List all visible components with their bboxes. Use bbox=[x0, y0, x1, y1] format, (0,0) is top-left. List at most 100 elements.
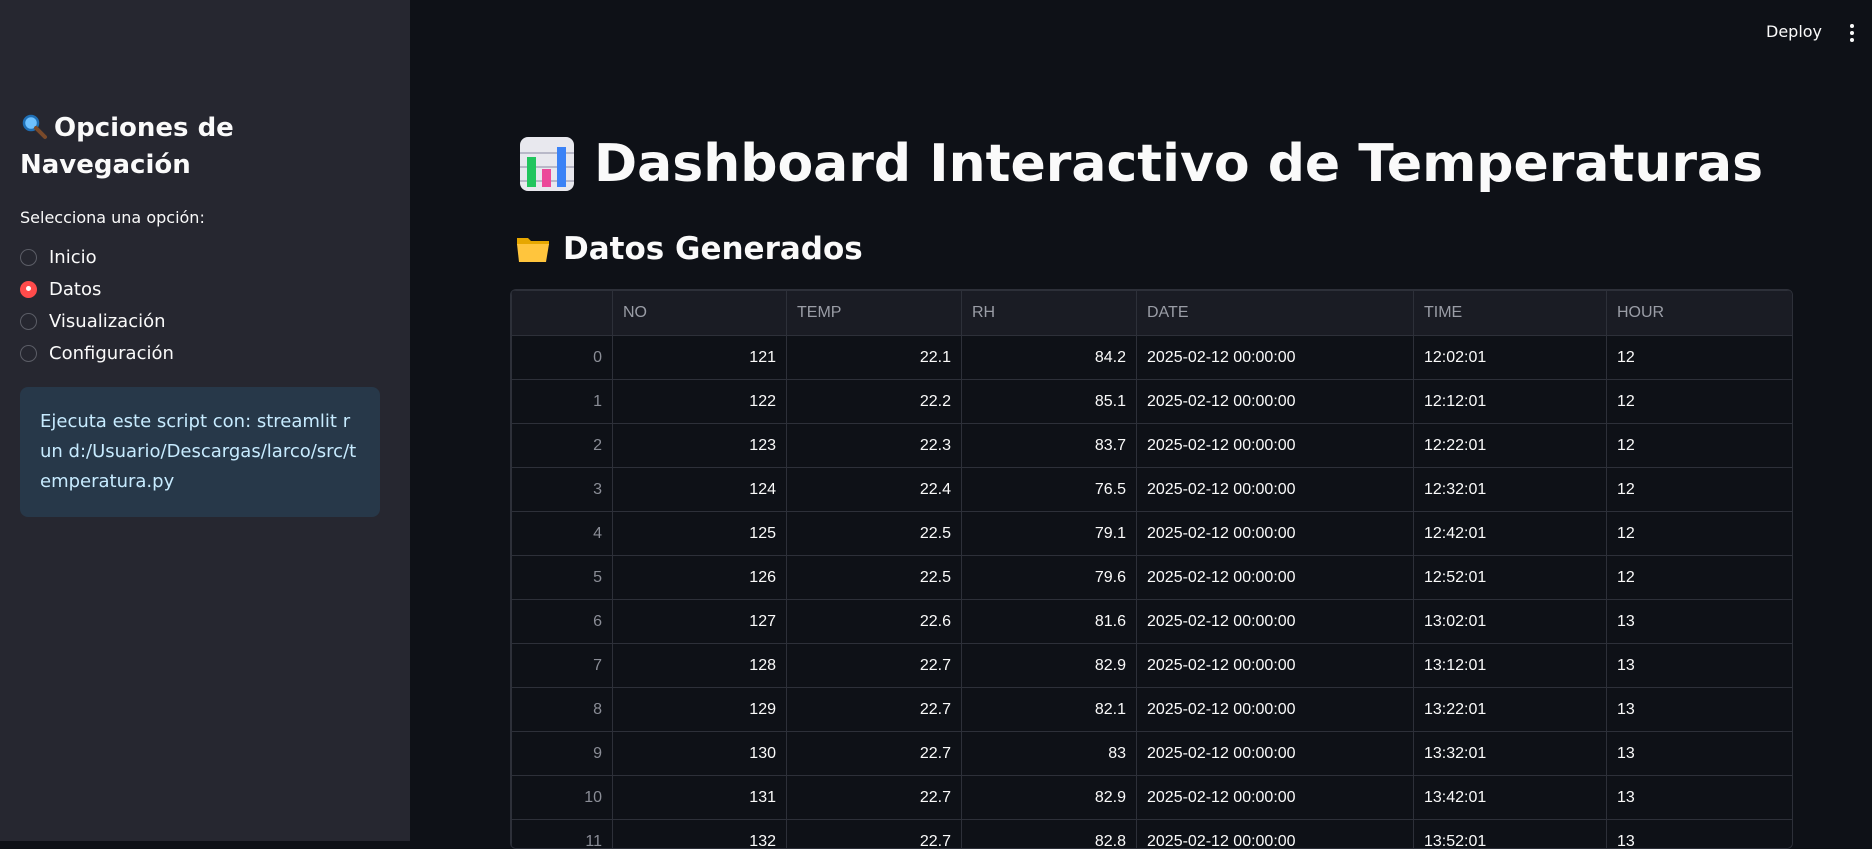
date-cell[interactable]: 2025-02-12 00:00:00 bbox=[1137, 556, 1414, 600]
column-header-date[interactable]: DATE bbox=[1137, 291, 1414, 336]
row-index-cell[interactable]: 8 bbox=[512, 688, 613, 732]
data-table[interactable]: NO TEMP RH DATE TIME HOUR 012122.184.220… bbox=[510, 289, 1793, 849]
date-cell[interactable]: 2025-02-12 00:00:00 bbox=[1137, 600, 1414, 644]
temp-cell[interactable]: 22.3 bbox=[787, 424, 962, 468]
temp-cell[interactable]: 22.5 bbox=[787, 512, 962, 556]
hour-cell[interactable]: 13 bbox=[1607, 600, 1793, 644]
more-vertical-icon[interactable] bbox=[1848, 22, 1856, 44]
rh-cell[interactable]: 82.9 bbox=[962, 776, 1137, 820]
no-cell[interactable]: 126 bbox=[613, 556, 787, 600]
row-index-cell[interactable]: 1 bbox=[512, 380, 613, 424]
column-header-index[interactable] bbox=[512, 291, 613, 336]
temp-cell[interactable]: 22.7 bbox=[787, 776, 962, 820]
date-cell[interactable]: 2025-02-12 00:00:00 bbox=[1137, 688, 1414, 732]
rh-cell[interactable]: 82.1 bbox=[962, 688, 1137, 732]
no-cell[interactable]: 131 bbox=[613, 776, 787, 820]
column-header-temp[interactable]: TEMP bbox=[787, 291, 962, 336]
row-index-cell[interactable]: 6 bbox=[512, 600, 613, 644]
temp-cell[interactable]: 22.7 bbox=[787, 644, 962, 688]
row-index-cell[interactable]: 11 bbox=[512, 820, 613, 849]
table-row[interactable]: 612722.681.62025-02-12 00:00:0013:02:011… bbox=[512, 600, 1793, 644]
column-header-rh[interactable]: RH bbox=[962, 291, 1137, 336]
column-header-hour[interactable]: HOUR bbox=[1607, 291, 1793, 336]
date-cell[interactable]: 2025-02-12 00:00:00 bbox=[1137, 732, 1414, 776]
rh-cell[interactable]: 83 bbox=[962, 732, 1137, 776]
time-cell[interactable]: 12:12:01 bbox=[1414, 380, 1607, 424]
deploy-button[interactable]: Deploy bbox=[1766, 22, 1822, 41]
hour-cell[interactable]: 13 bbox=[1607, 644, 1793, 688]
rh-cell[interactable]: 82.9 bbox=[962, 644, 1137, 688]
table-row[interactable]: 1013122.782.92025-02-12 00:00:0013:42:01… bbox=[512, 776, 1793, 820]
hour-cell[interactable]: 13 bbox=[1607, 820, 1793, 849]
date-cell[interactable]: 2025-02-12 00:00:00 bbox=[1137, 380, 1414, 424]
no-cell[interactable]: 121 bbox=[613, 336, 787, 380]
no-cell[interactable]: 122 bbox=[613, 380, 787, 424]
hour-cell[interactable]: 13 bbox=[1607, 776, 1793, 820]
date-cell[interactable]: 2025-02-12 00:00:00 bbox=[1137, 468, 1414, 512]
table-row[interactable]: 712822.782.92025-02-12 00:00:0013:12:011… bbox=[512, 644, 1793, 688]
date-cell[interactable]: 2025-02-12 00:00:00 bbox=[1137, 776, 1414, 820]
radio-circle-selected[interactable] bbox=[20, 281, 37, 298]
time-cell[interactable]: 12:32:01 bbox=[1414, 468, 1607, 512]
temp-cell[interactable]: 22.1 bbox=[787, 336, 962, 380]
hour-cell[interactable]: 12 bbox=[1607, 380, 1793, 424]
time-cell[interactable]: 12:22:01 bbox=[1414, 424, 1607, 468]
date-cell[interactable]: 2025-02-12 00:00:00 bbox=[1137, 644, 1414, 688]
hour-cell[interactable]: 12 bbox=[1607, 512, 1793, 556]
radio-option-configuracion[interactable]: Configuración bbox=[20, 337, 174, 369]
time-cell[interactable]: 13:02:01 bbox=[1414, 600, 1607, 644]
radio-circle[interactable] bbox=[20, 249, 37, 266]
rh-cell[interactable]: 83.7 bbox=[962, 424, 1137, 468]
table-row[interactable]: 913022.7832025-02-12 00:00:0013:32:0113 bbox=[512, 732, 1793, 776]
row-index-cell[interactable]: 2 bbox=[512, 424, 613, 468]
rh-cell[interactable]: 82.8 bbox=[962, 820, 1137, 849]
temp-cell[interactable]: 22.2 bbox=[787, 380, 962, 424]
no-cell[interactable]: 123 bbox=[613, 424, 787, 468]
no-cell[interactable]: 128 bbox=[613, 644, 787, 688]
row-index-cell[interactable]: 0 bbox=[512, 336, 613, 380]
date-cell[interactable]: 2025-02-12 00:00:00 bbox=[1137, 512, 1414, 556]
hour-cell[interactable]: 12 bbox=[1607, 556, 1793, 600]
rh-cell[interactable]: 81.6 bbox=[962, 600, 1137, 644]
row-index-cell[interactable]: 5 bbox=[512, 556, 613, 600]
table-row[interactable]: 1113222.782.82025-02-12 00:00:0013:52:01… bbox=[512, 820, 1793, 849]
temp-cell[interactable]: 22.7 bbox=[787, 688, 962, 732]
no-cell[interactable]: 125 bbox=[613, 512, 787, 556]
hour-cell[interactable]: 12 bbox=[1607, 468, 1793, 512]
temp-cell[interactable]: 22.5 bbox=[787, 556, 962, 600]
no-cell[interactable]: 124 bbox=[613, 468, 787, 512]
radio-option-visualizacion[interactable]: Visualización bbox=[20, 305, 174, 337]
rh-cell[interactable]: 85.1 bbox=[962, 380, 1137, 424]
time-cell[interactable]: 13:32:01 bbox=[1414, 732, 1607, 776]
row-index-cell[interactable]: 3 bbox=[512, 468, 613, 512]
date-cell[interactable]: 2025-02-12 00:00:00 bbox=[1137, 424, 1414, 468]
temp-cell[interactable]: 22.4 bbox=[787, 468, 962, 512]
rh-cell[interactable]: 79.1 bbox=[962, 512, 1137, 556]
row-index-cell[interactable]: 7 bbox=[512, 644, 613, 688]
table-row[interactable]: 512622.579.62025-02-12 00:00:0012:52:011… bbox=[512, 556, 1793, 600]
rh-cell[interactable]: 76.5 bbox=[962, 468, 1137, 512]
no-cell[interactable]: 130 bbox=[613, 732, 787, 776]
date-cell[interactable]: 2025-02-12 00:00:00 bbox=[1137, 336, 1414, 380]
time-cell[interactable]: 13:42:01 bbox=[1414, 776, 1607, 820]
hour-cell[interactable]: 13 bbox=[1607, 688, 1793, 732]
temp-cell[interactable]: 22.7 bbox=[787, 732, 962, 776]
table-row[interactable]: 312422.476.52025-02-12 00:00:0012:32:011… bbox=[512, 468, 1793, 512]
row-index-cell[interactable]: 9 bbox=[512, 732, 613, 776]
row-index-cell[interactable]: 10 bbox=[512, 776, 613, 820]
hour-cell[interactable]: 12 bbox=[1607, 336, 1793, 380]
time-cell[interactable]: 12:02:01 bbox=[1414, 336, 1607, 380]
no-cell[interactable]: 129 bbox=[613, 688, 787, 732]
column-header-no[interactable]: NO bbox=[613, 291, 787, 336]
table-row[interactable]: 012122.184.22025-02-12 00:00:0012:02:011… bbox=[512, 336, 1793, 380]
hour-cell[interactable]: 13 bbox=[1607, 732, 1793, 776]
hour-cell[interactable]: 12 bbox=[1607, 424, 1793, 468]
column-header-time[interactable]: TIME bbox=[1414, 291, 1607, 336]
rh-cell[interactable]: 79.6 bbox=[962, 556, 1137, 600]
table-row[interactable]: 212322.383.72025-02-12 00:00:0012:22:011… bbox=[512, 424, 1793, 468]
radio-option-inicio[interactable]: Inicio bbox=[20, 241, 174, 273]
temp-cell[interactable]: 22.6 bbox=[787, 600, 962, 644]
table-row[interactable]: 112222.285.12025-02-12 00:00:0012:12:011… bbox=[512, 380, 1793, 424]
date-cell[interactable]: 2025-02-12 00:00:00 bbox=[1137, 820, 1414, 849]
table-row[interactable]: 412522.579.12025-02-12 00:00:0012:42:011… bbox=[512, 512, 1793, 556]
